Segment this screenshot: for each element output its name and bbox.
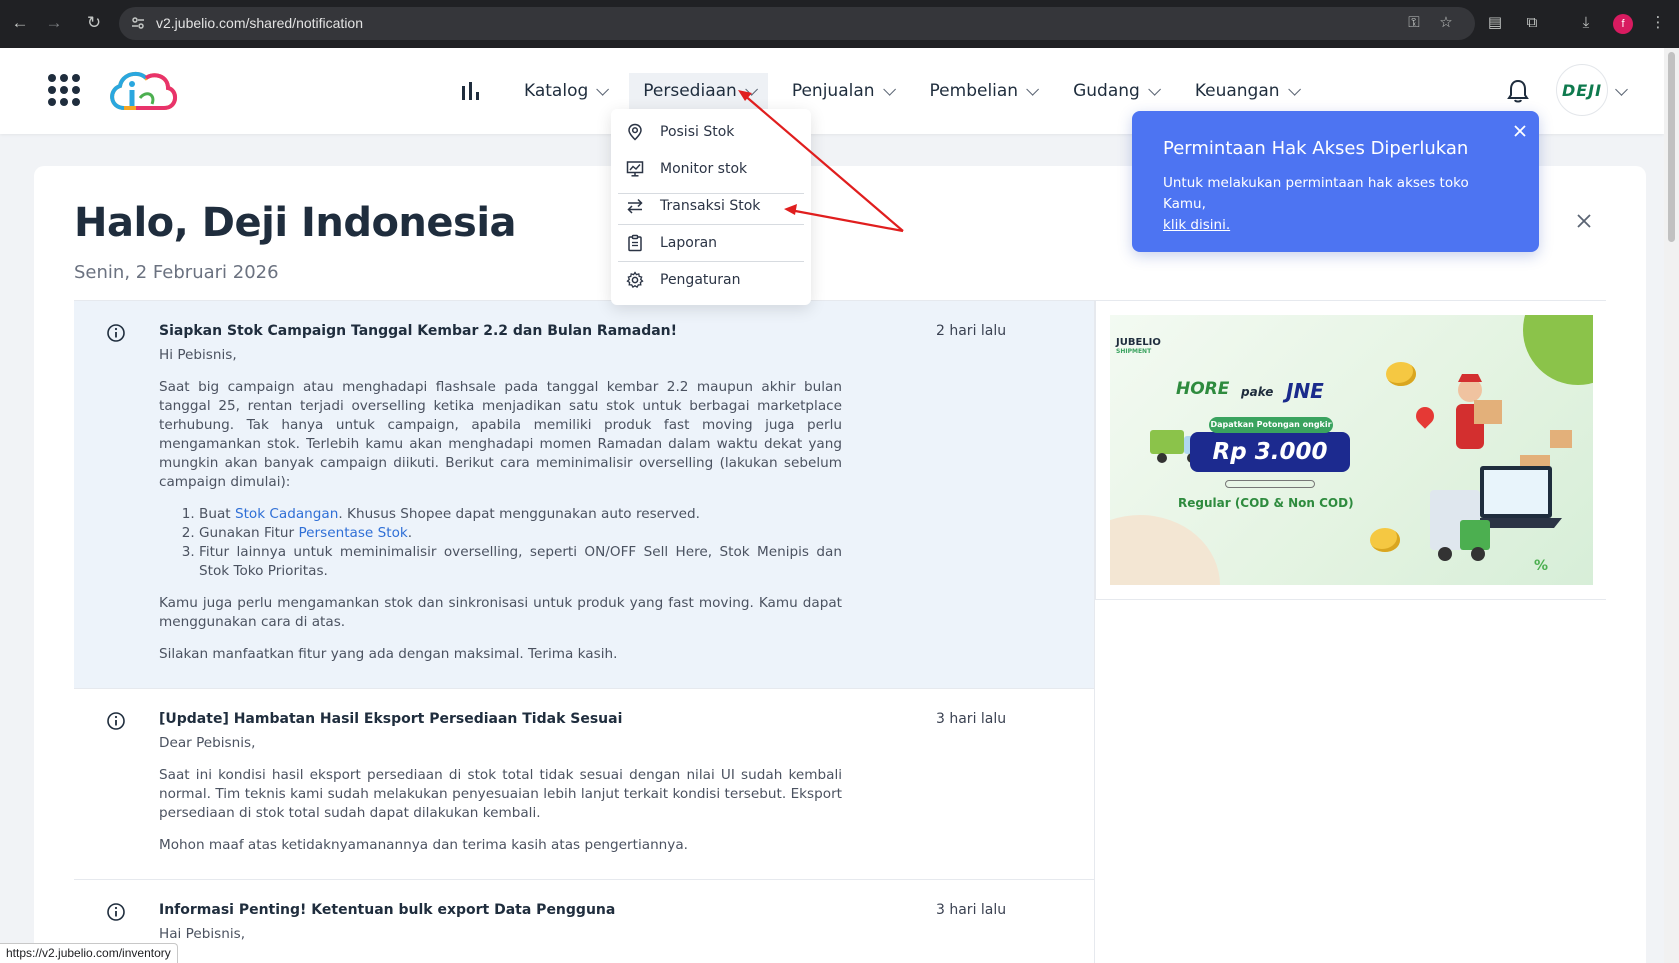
dropdown-item-pengaturan[interactable]: Pengaturan <box>611 262 811 298</box>
location-pin-icon <box>628 123 642 141</box>
notification-list: Siapkan Stok Campaign Tanggal Kembar 2.2… <box>74 300 1094 963</box>
banner-pake: pake <box>1241 385 1274 399</box>
dropdown-item-laporan[interactable]: Laporan <box>611 225 811 261</box>
page-title: Halo, Deji Indonesia <box>74 200 517 246</box>
extension-icon[interactable]: ▤ <box>1485 13 1505 33</box>
page-scrollbar[interactable] <box>1664 48 1679 963</box>
bookmark-star-icon[interactable]: ☆ <box>1436 13 1456 33</box>
notification-bell-icon[interactable] <box>1506 78 1530 104</box>
notification-paragraph: Saat big campaign atau menghadapi flashs… <box>159 379 842 490</box>
info-icon <box>107 903 125 921</box>
monitor-chart-icon <box>626 161 644 177</box>
store-avatar[interactable]: DEJI <box>1556 64 1608 116</box>
coin-icon <box>1386 362 1416 386</box>
persentase-stok-link[interactable]: Persentase Stok <box>298 525 407 541</box>
close-icon[interactable] <box>1513 124 1527 138</box>
jubelio-logo[interactable] <box>106 68 178 114</box>
banner-hore: HORE <box>1176 379 1230 399</box>
menu-katalog[interactable]: Katalog <box>510 73 619 109</box>
dropdown-item-posisi-stok[interactable]: Posisi Stok <box>611 114 811 150</box>
site-settings-icon[interactable] <box>130 15 146 31</box>
browser-toolbar: ← → ↻ v2.jubelio.com/shared/notification… <box>0 0 1679 48</box>
link-status-bar: https://v2.jubelio.com/inventory <box>0 943 178 963</box>
courier-illustration: % <box>1430 374 1572 574</box>
menu-gudang[interactable]: Gudang <box>1059 73 1171 109</box>
notification-body: Dear Pebisnis, Saat ini kondisi hasil ek… <box>159 734 842 855</box>
notification-paragraph: Kamu juga perlu mengamankan stok dan sin… <box>159 595 842 630</box>
toast-link[interactable]: klik disini. <box>1163 217 1230 233</box>
download-icon[interactable]: ⤓ <box>1576 13 1596 33</box>
scrollbar-thumb[interactable] <box>1668 52 1675 242</box>
dropdown-item-monitor-stok[interactable]: Monitor stok <box>611 151 811 187</box>
notification-salutation: Hi Pebisnis, <box>159 347 237 363</box>
notification-item[interactable]: Informasi Penting! Ketentuan bulk export… <box>74 880 1094 963</box>
toast-body: Untuk melakukan permintaan hak akses tok… <box>1163 175 1469 233</box>
back-icon[interactable]: ← <box>9 12 31 34</box>
persediaan-dropdown: Posisi Stok Monitor stok Transaksi Stok … <box>611 109 811 305</box>
url-text[interactable]: v2.jubelio.com/shared/notification <box>156 15 363 31</box>
banner-period-box <box>1225 480 1315 488</box>
svg-text:%: % <box>1534 558 1548 574</box>
close-icon[interactable] <box>1574 211 1594 231</box>
gear-icon <box>626 271 644 289</box>
notification-item[interactable]: Siapkan Stok Campaign Tanggal Kembar 2.2… <box>74 301 1094 689</box>
menu-keuangan[interactable]: Keuangan <box>1181 73 1311 109</box>
notification-paragraph: Mohon maaf atas ketidaknyamanannya dan t… <box>159 837 688 853</box>
notification-time: 3 hari lalu <box>936 711 1007 727</box>
info-icon <box>107 324 125 342</box>
dashboard-chart-icon[interactable] <box>460 80 482 102</box>
menu-pembelian[interactable]: Pembelian <box>916 73 1050 109</box>
forward-icon[interactable]: → <box>43 12 65 34</box>
notification-paragraph: Saat ini kondisi hasil eksport persediaa… <box>159 767 842 821</box>
list-item: Gunakan Fitur Persentase Stok. <box>199 524 842 543</box>
tips-list: Buat Stok Cadangan. Khusus Shopee dapat … <box>199 505 842 581</box>
notification-body: Hai Pebisnis, <box>159 925 842 944</box>
jne-logo: JNE <box>1286 379 1324 403</box>
app-grid-icon[interactable] <box>48 74 80 106</box>
coin-icon <box>1370 528 1400 552</box>
menu-penjualan[interactable]: Penjualan <box>778 73 906 109</box>
password-key-icon[interactable]: ⚿ <box>1404 13 1424 33</box>
dropdown-item-transaksi-stok[interactable]: Transaksi Stok <box>611 188 811 224</box>
info-icon <box>107 712 125 730</box>
swap-arrows-icon <box>627 198 643 214</box>
extensions-puzzle-icon[interactable]: ⧉ <box>1522 13 1542 33</box>
banner-brand: JUBELIO SHIPMENT <box>1116 337 1161 355</box>
notification-time: 3 hari lalu <box>936 902 1007 918</box>
banner-price: Rp 3.000 <box>1190 432 1350 472</box>
profile-avatar[interactable]: f <box>1613 14 1633 34</box>
access-request-toast: Permintaan Hak Akses Diperlukan Untuk me… <box>1132 111 1539 252</box>
toast-title: Permintaan Hak Akses Diperlukan <box>1163 138 1469 159</box>
list-item: Buat Stok Cadangan. Khusus Shopee dapat … <box>199 505 842 524</box>
notification-item[interactable]: [Update] Hambatan Hasil Eksport Persedia… <box>74 689 1094 880</box>
page-date: Senin, 2 Februari 2026 <box>74 262 279 283</box>
notification-paragraph: Silakan manfaatkan fitur yang ada dengan… <box>159 646 618 662</box>
promo-banner[interactable]: JUBELIO SHIPMENT HORE pake JNE Rp 3.000 D… <box>1110 315 1593 585</box>
list-item: Fitur lainnya untuk meminimalisir overse… <box>199 543 842 581</box>
notification-time: 2 hari lalu <box>936 323 1007 339</box>
banner-promo-tag: Dapatkan Potongan ongkir <box>1209 417 1333 433</box>
notification-salutation: Hai Pebisnis, <box>159 926 246 942</box>
chevron-down-icon[interactable] <box>1615 83 1628 96</box>
menu-persediaan[interactable]: Persediaan <box>629 73 768 109</box>
banner-corner-shape <box>1110 515 1220 585</box>
menu-dots-icon[interactable]: ⋮ <box>1648 13 1668 33</box>
reload-icon[interactable]: ↻ <box>83 12 105 34</box>
clipboard-icon <box>628 234 642 252</box>
banner-service: Regular (COD & Non COD) <box>1178 496 1354 510</box>
notification-body: Hi Pebisnis, Saat big campaign atau meng… <box>159 346 842 664</box>
stok-cadangan-link[interactable]: Stok Cadangan <box>235 506 338 522</box>
notification-salutation: Dear Pebisnis, <box>159 735 256 751</box>
